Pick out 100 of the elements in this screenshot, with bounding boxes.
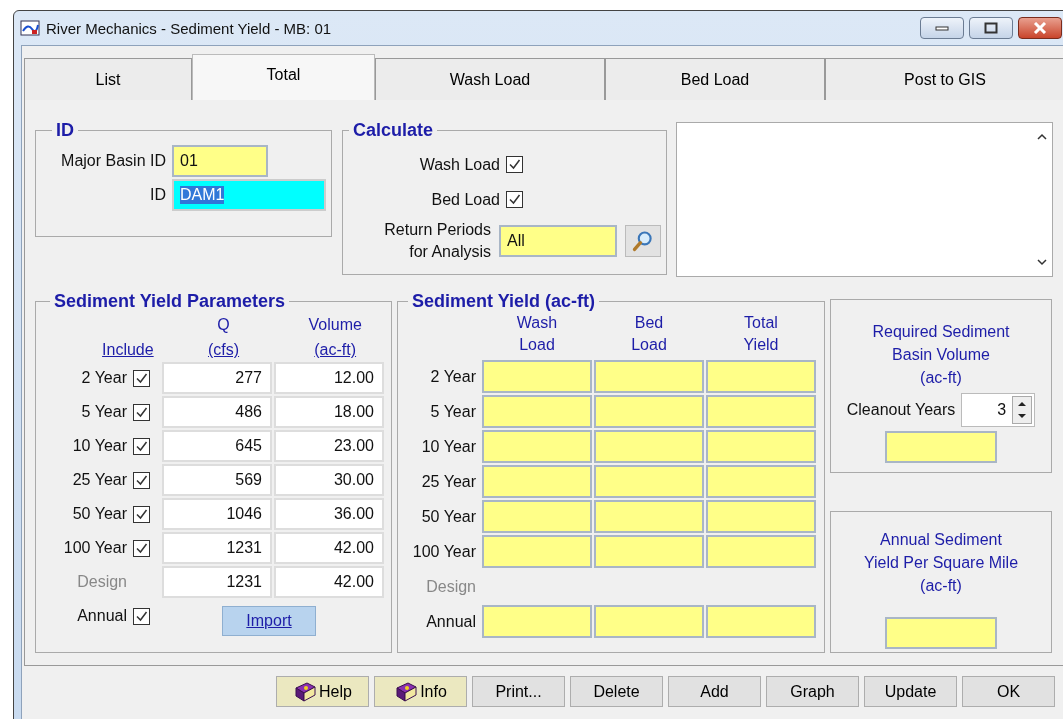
column-link[interactable]: Include	[88, 337, 168, 362]
yield-cell[interactable]	[706, 465, 816, 498]
yield-cell[interactable]	[706, 500, 816, 533]
toolbar-button[interactable]: OK	[962, 676, 1055, 707]
checkbox[interactable]	[506, 156, 523, 173]
yield-cell[interactable]	[482, 465, 592, 498]
close-button[interactable]	[1018, 17, 1062, 39]
volume-cell[interactable]: 12.00	[274, 362, 384, 394]
yield-cell[interactable]	[706, 360, 816, 393]
checkbox-label: Bed Load	[431, 190, 500, 209]
toolbar-button[interactable]: Graph	[766, 676, 859, 707]
yield-cell[interactable]	[482, 605, 592, 638]
yield-cell[interactable]	[706, 395, 816, 428]
basin-id-field[interactable]: 01	[172, 145, 268, 177]
discharge-cell[interactable]: 1046	[162, 498, 272, 530]
book-icon	[293, 681, 318, 702]
row-label: Annual	[77, 607, 127, 625]
id-field[interactable]: DAM1	[172, 179, 326, 211]
row-label: Design	[426, 577, 476, 596]
tab[interactable]: Wash Load	[375, 58, 605, 100]
toolbar-button[interactable]: Update	[864, 676, 957, 707]
minimize-icon	[935, 25, 949, 31]
maximize-button[interactable]	[969, 17, 1013, 39]
maximize-icon	[984, 22, 998, 34]
yield-cell[interactable]	[706, 430, 816, 463]
field-label: Major Basin ID	[60, 152, 166, 170]
toolbar-button[interactable]: Help	[276, 676, 369, 707]
yield-cell[interactable]	[706, 535, 816, 568]
checkbox[interactable]	[133, 607, 150, 625]
volume-cell[interactable]: 18.00	[274, 396, 384, 428]
search-button[interactable]	[625, 225, 661, 257]
toolbar-button[interactable]: Print...	[472, 676, 565, 707]
volume-cell[interactable]: 30.00	[274, 464, 384, 496]
discharge-cell[interactable]: 277	[162, 362, 272, 394]
field-label: Cleanout Years	[846, 401, 956, 419]
row-label: 10 Year	[72, 437, 127, 455]
volume-cell[interactable]: 23.00	[274, 430, 384, 462]
row-label: 2 Year	[81, 369, 127, 387]
row-label: 10 Year	[421, 437, 476, 456]
scroll-up-icon[interactable]	[1037, 133, 1047, 140]
toolbar-button[interactable]: Info	[374, 676, 467, 707]
yield-cell[interactable]	[482, 395, 592, 428]
yield-cell[interactable]	[594, 395, 704, 428]
column-link[interactable]: (cfs)	[167, 337, 280, 362]
window-title: River Mechanics - Sediment Yield - MB: 01	[46, 19, 333, 37]
tab[interactable]: List	[24, 58, 192, 100]
volume-cell[interactable]: 36.00	[274, 498, 384, 530]
yield-cell[interactable]	[594, 430, 704, 463]
yield-cell[interactable]	[482, 535, 592, 568]
row-label: 50 Year	[72, 505, 127, 523]
row-label: 25 Year	[72, 471, 127, 489]
row-label: 5 Year	[81, 403, 127, 421]
close-icon	[1033, 22, 1047, 34]
row-label: Annual	[426, 612, 476, 631]
checkbox[interactable]	[506, 191, 523, 208]
column-header: Volume	[307, 315, 363, 335]
discharge-cell[interactable]: 569	[162, 464, 272, 496]
checkbox[interactable]	[133, 539, 150, 557]
yield-cell[interactable]	[594, 465, 704, 498]
column-header: Q	[216, 315, 231, 335]
yield-cell[interactable]	[594, 605, 704, 638]
toolbar-button[interactable]: Add	[668, 676, 761, 707]
checkbox[interactable]	[133, 403, 150, 421]
checkbox[interactable]	[133, 369, 150, 387]
row-label: 2 Year	[430, 367, 476, 386]
checkbox[interactable]	[133, 471, 150, 489]
book-icon	[394, 681, 419, 702]
yield-cell[interactable]	[706, 605, 816, 638]
basin-volume-field[interactable]	[885, 431, 997, 463]
discharge-cell[interactable]: 486	[162, 396, 272, 428]
column-link[interactable]: (ac-ft)	[279, 337, 391, 362]
tab[interactable]: Bed Load	[605, 58, 825, 100]
annual-yield-field[interactable]	[885, 617, 997, 649]
row-label: 5 Year	[430, 402, 476, 421]
column-header: Bed Load	[630, 313, 668, 355]
field-label: Return Periods for Analysis	[383, 220, 491, 262]
cleanout-years-spinner[interactable]: 3	[961, 393, 1036, 427]
tab[interactable]: Post to GIS	[825, 58, 1063, 100]
checkbox[interactable]	[133, 505, 150, 523]
yield-cell[interactable]	[482, 360, 592, 393]
yield-cell[interactable]	[482, 500, 592, 533]
panel-title: Required Sediment Basin Volume (ac-ft)	[872, 322, 1010, 388]
return-periods-field[interactable]: All	[499, 225, 617, 257]
scroll-down-icon[interactable]	[1037, 259, 1047, 266]
yield-cell[interactable]	[594, 360, 704, 393]
volume-cell[interactable]: 42.00	[274, 532, 384, 564]
discharge-cell[interactable]: 645	[162, 430, 272, 462]
field-label: ID	[149, 186, 166, 204]
minimize-button[interactable]	[920, 17, 964, 39]
toolbar-button[interactable]: Delete	[570, 676, 663, 707]
discharge-cell[interactable]: 1231	[162, 532, 272, 564]
import-button[interactable]: Import	[222, 606, 316, 636]
column-header: Total Yield	[742, 313, 780, 355]
tab[interactable]: Total	[192, 54, 375, 100]
yield-cell[interactable]	[594, 535, 704, 568]
row-label: Design	[77, 573, 127, 591]
checkbox[interactable]	[133, 437, 150, 455]
yield-cell[interactable]	[594, 500, 704, 533]
yield-cell[interactable]	[482, 430, 592, 463]
row-label: 50 Year	[421, 507, 476, 526]
